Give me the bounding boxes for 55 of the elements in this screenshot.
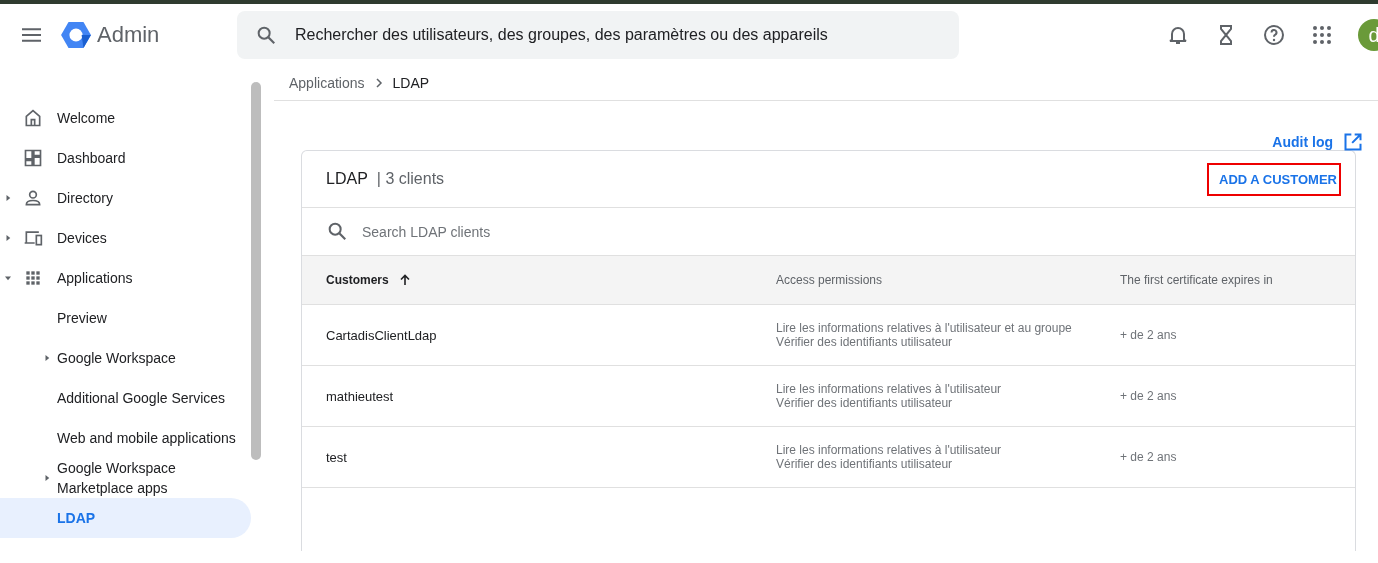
apps-grid-icon[interactable]	[1310, 23, 1334, 47]
column-header[interactable]: The first certificate expires in	[1120, 256, 1273, 304]
search-field[interactable]: Search LDAP clients	[302, 208, 1355, 255]
chevron-right-icon	[374, 78, 383, 88]
product-name: Admin	[97, 22, 161, 48]
help-icon[interactable]	[1262, 23, 1286, 47]
column-header[interactable]: Access permissions	[776, 256, 1120, 304]
sidebar-item[interactable]: Applications	[0, 258, 251, 298]
audit-log-link[interactable]: Audit log	[1272, 134, 1333, 150]
permission-text: Lire les informations relatives à l'utilisateur	[776, 382, 1003, 396]
permission-text: Lire les informations relatives à l'utilisateur et au groupe	[776, 321, 1073, 335]
breadcrumb-item: LDAP	[392, 75, 430, 91]
table-cell: + de 2 ans	[1120, 450, 1177, 464]
search-field[interactable]: Rechercher des utilisateurs, des groupes, des paramètres ou des appareils	[237, 11, 959, 59]
sidebar-item[interactable]: Google Workspace Marketplace apps	[0, 458, 251, 498]
table-cell: + de 2 ans	[1120, 328, 1177, 342]
search-icon	[326, 220, 348, 242]
card-title: LDAP	[326, 170, 368, 188]
caret-right-icon[interactable]	[44, 354, 50, 362]
caret-down-icon[interactable]	[5, 274, 11, 282]
sidebar-item[interactable]: Devices	[0, 218, 251, 258]
caret-right-icon[interactable]	[5, 234, 11, 242]
column-header[interactable]: Customers	[302, 256, 776, 304]
table-cell: + de 2 ans	[1120, 389, 1177, 403]
breadcrumb-item[interactable]: Applications	[289, 75, 365, 91]
sidebar-item[interactable]: LDAP	[0, 498, 251, 538]
sidebar-item[interactable]: Google Workspace	[0, 338, 251, 378]
home-icon	[23, 108, 43, 128]
table-cell[interactable]: test	[302, 449, 776, 465]
client-count: | 3 clients	[376, 170, 445, 188]
hexagon-logo-icon	[61, 21, 91, 49]
devices-icon	[23, 228, 43, 248]
sidebar-item[interactable]: Welcome	[0, 98, 251, 138]
dashboard-icon	[23, 148, 43, 168]
table-cell[interactable]: mathieutest	[302, 388, 776, 404]
table-cell[interactable]: CartadisClientLdap	[302, 327, 776, 343]
sidebar-item[interactable]: Web and mobile applications	[0, 418, 251, 458]
caret-right-icon[interactable]	[5, 194, 11, 202]
permission-text: Vérifier des identifiants utilisateur	[776, 396, 954, 410]
sidebar-item[interactable]: Dashboard	[0, 138, 251, 178]
external-link-icon[interactable]	[1343, 132, 1363, 152]
permission-text: Lire les informations relatives à l'utilisateur	[776, 443, 1003, 457]
person-icon	[23, 188, 43, 208]
search-icon	[255, 24, 277, 46]
permission-text: Vérifier des identifiants utilisateur	[776, 335, 954, 349]
caret-right-icon[interactable]	[44, 474, 50, 482]
sidebar-item[interactable]: Additional Google Services	[0, 378, 251, 418]
add-customer-button[interactable]: ADD A CUSTOMER	[1207, 162, 1341, 196]
grid-icon	[23, 268, 43, 288]
sort-arrow-up-icon	[398, 274, 411, 286]
sidebar-item[interactable]: Directory	[0, 178, 251, 218]
sidebar-item[interactable]: Preview	[0, 298, 251, 338]
permission-text: Vérifier des identifiants utilisateur	[776, 457, 954, 471]
scrollbar[interactable]	[251, 82, 261, 460]
menu-icon[interactable]	[22, 28, 41, 42]
